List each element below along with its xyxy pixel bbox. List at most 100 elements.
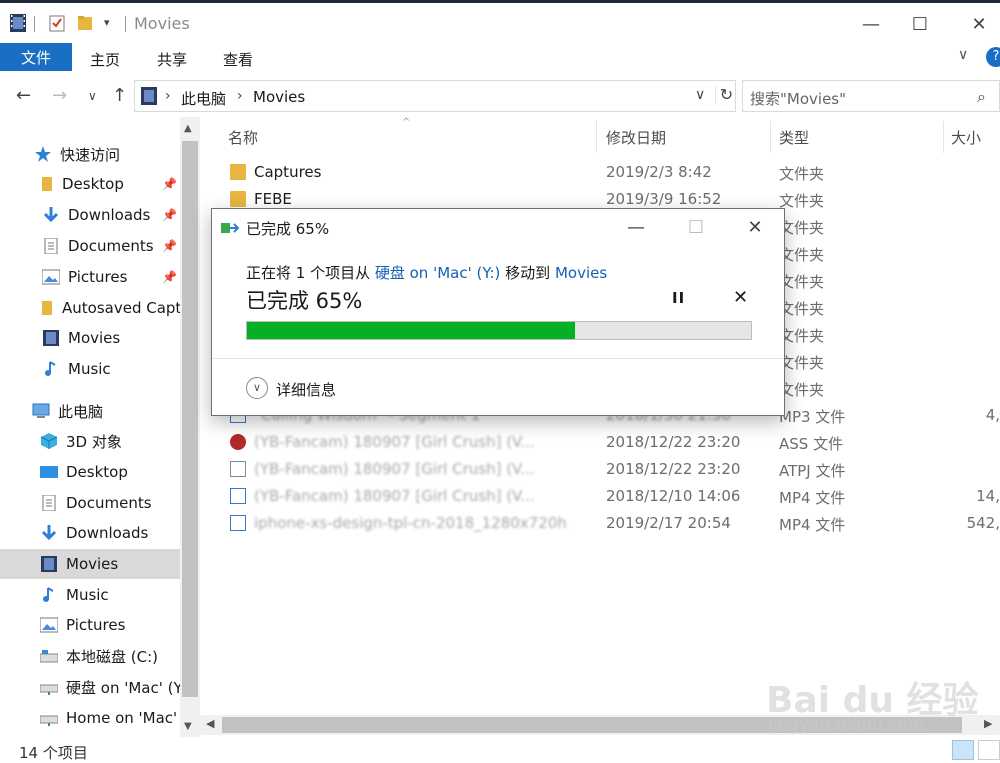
file-type: 文件夹 [779,246,825,264]
file-name[interactable]: Captures [254,163,321,181]
details-toggle-label[interactable]: 详细信息 [276,379,336,400]
folder-icon [42,301,52,315]
path-chevron-icon[interactable]: › [237,88,243,104]
sidebar-item-label: Documents [68,237,154,255]
sidebar-item-downloads[interactable]: Downloads [0,518,180,548]
pause-button[interactable]: II [672,289,685,307]
sidebar-item-desktop[interactable]: Desktop [0,457,180,487]
file-date: 2018/12/22 23:20 [606,433,741,451]
scroll-up-icon[interactable]: ▲ [184,123,192,134]
pin-icon[interactable]: 📌 [162,177,177,191]
window-title: Movies [134,14,190,33]
sidebar-item-movies[interactable]: Movies [0,549,180,579]
dialog-maximize-button[interactable]: ☐ [674,213,718,241]
sidebar-item-quick-access[interactable]: 快速访问 [0,139,180,169]
column-header-date[interactable]: 修改日期 [606,127,666,148]
forward-button[interactable]: → [52,85,67,106]
sidebar-item-label: Downloads [66,524,149,542]
sidebar-item-pictures-pinned[interactable]: Pictures 📌 [0,262,180,292]
column-header-size[interactable]: 大小 [951,127,981,148]
column-divider[interactable] [943,121,944,153]
file-list: ^ 名称 修改日期 类型 大小 Captures 2019/2/3 8:42 文件夹… [200,117,1000,717]
sidebar-item-music[interactable]: Music [0,580,180,610]
sidebar-item-pictures[interactable]: Pictures [0,610,180,640]
breadcrumb-this-pc[interactable]: 此电脑 [181,88,226,109]
large-icons-view-button[interactable] [978,740,1000,760]
column-header-name[interactable]: 名称 [228,127,258,148]
new-folder-icon[interactable] [77,14,93,32]
pin-icon[interactable]: 📌 [162,270,177,284]
file-name[interactable]: (YB-Fancam) 180907 [Girl Crush] (V... [254,487,535,505]
movie-folder-icon[interactable] [10,14,26,32]
file-row[interactable]: iphone-xs-design-tpl-cn-2018_1280x720h 20… [200,510,1000,537]
sidebar-item-downloads-pinned[interactable]: Downloads 📌 [0,200,180,230]
sidebar-item-this-pc[interactable]: 此电脑 [0,396,180,426]
scroll-left-icon[interactable]: ◀ [206,717,214,730]
details-expand-icon[interactable]: ∨ [246,377,268,399]
sidebar-item-home-on-mac[interactable]: Home on 'Mac' [0,703,180,733]
pin-icon[interactable]: 📌 [162,239,177,253]
search-box[interactable]: 搜索"Movies" ⌕ [742,80,1000,112]
sidebar-item-local-disk-c[interactable]: 本地磁盘 (C:) [0,641,180,671]
file-type: MP4 文件 [779,516,846,534]
dialog-close-button[interactable]: ✕ [733,213,777,241]
sidebar-item-documents-pinned[interactable]: Documents 📌 [0,231,180,261]
file-type: 文件夹 [779,219,825,237]
sidebar-item-label: Downloads [68,206,151,224]
file-name[interactable]: FEBE [254,190,292,208]
search-icon[interactable]: ⌕ [977,87,986,107]
sidebar-item-music-quick[interactable]: Music [0,354,180,384]
sidebar-item-3d-objects[interactable]: 3D 对象 [0,426,180,456]
column-divider[interactable] [770,121,771,153]
pin-icon[interactable]: 📌 [162,208,177,222]
source-link[interactable]: 硬盘 on 'Mac' (Y:) [375,264,501,282]
file-name[interactable]: iphone-xs-design-tpl-cn-2018_1280x720h [254,514,567,532]
sidebar-item-autosaved-captures[interactable]: Autosaved Capt [0,293,180,323]
breadcrumb-movies[interactable]: Movies [253,88,305,106]
sidebar-item-desktop-pinned[interactable]: Desktop 📌 [0,169,180,199]
sidebar-item-label: 快速访问 [60,145,121,164]
file-type: 文件夹 [779,192,825,210]
file-size: 14, [976,487,1000,505]
destination-link[interactable]: Movies [555,264,607,282]
maximize-button[interactable]: ☐ [897,10,943,38]
help-icon[interactable]: ? [986,47,1000,67]
details-view-button[interactable] [952,740,974,760]
file-row[interactable]: (YB-Fancam) 180907 [Girl Crush] (V... 201… [200,483,1000,510]
sidebar-scroll-thumb[interactable] [182,141,198,697]
file-name[interactable]: (YB-Fancam) 180907 [Girl Crush] (V... [254,433,535,451]
scroll-down-icon[interactable]: ▼ [184,721,192,732]
back-button[interactable]: ← [16,85,31,106]
refresh-button[interactable]: ↻ [715,85,737,104]
address-dropdown-icon[interactable]: ∨ [695,87,705,103]
sidebar-item-documents[interactable]: Documents [0,488,180,518]
download-icon [41,525,57,541]
file-date: 2019/2/3 8:42 [606,163,712,181]
close-button[interactable]: ✕ [956,10,1000,38]
up-button[interactable]: ↑ [112,85,127,106]
minimize-button[interactable]: — [848,10,894,38]
sidebar-item-movies-quick[interactable]: Movies [0,323,180,353]
tab-view[interactable]: 查看 [223,49,253,70]
file-row[interactable]: (YB-Fancam) 180907 [Girl Crush] (V... 201… [200,456,1000,483]
drive-icon [40,650,58,663]
column-divider[interactable] [596,121,597,153]
file-row[interactable]: Captures 2019/2/3 8:42 文件夹 [200,159,1000,186]
file-row[interactable]: (YB-Fancam) 180907 [Girl Crush] (V... 201… [200,429,1000,456]
navigation-bar: ← → ∨ ↑ › 此电脑 › Movies ∨ ↻ 搜索"Movies" ⌕ [0,79,1000,113]
tab-file[interactable]: 文件 [0,43,72,71]
tab-home[interactable]: 主页 [90,49,120,70]
column-header-type[interactable]: 类型 [779,127,809,148]
dialog-minimize-button[interactable]: — [614,213,658,241]
properties-icon[interactable] [49,14,65,32]
tab-share[interactable]: 共享 [157,49,187,70]
sidebar-item-mac-drive-y[interactable]: 硬盘 on 'Mac' (Y [0,672,180,702]
recent-locations-button[interactable]: ∨ [88,89,97,103]
address-bar[interactable]: › 此电脑 › Movies ∨ ↻ [134,80,736,112]
ribbon-expand-icon[interactable]: ∨ [958,47,968,63]
titlebar-divider [34,16,35,32]
path-chevron-icon[interactable]: › [165,88,171,104]
cancel-button[interactable]: ✕ [733,287,748,308]
file-name[interactable]: (YB-Fancam) 180907 [Girl Crush] (V... [254,460,535,478]
quick-access-dropdown-icon[interactable]: ▾ [104,16,110,29]
